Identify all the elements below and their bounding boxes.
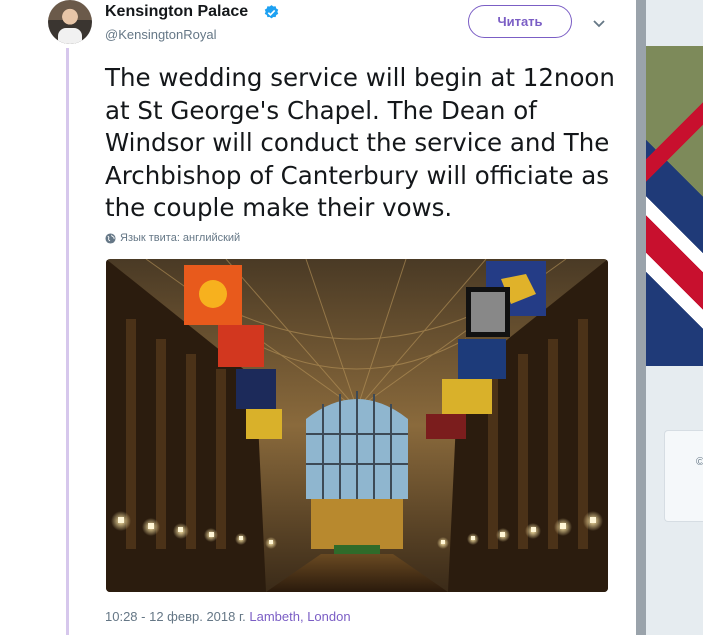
background-flags-photo — [646, 46, 703, 366]
avatar-figure — [58, 28, 82, 44]
language-note-text: Язык твита: английский — [120, 232, 241, 244]
author-handle[interactable]: @KensingtonRoyal — [105, 27, 216, 42]
background-card-glyph: © — [696, 456, 703, 468]
tweet-timestamp[interactable]: 10:28 - 12 февр. 2018 г. — [105, 609, 246, 624]
follow-button[interactable]: Читать — [468, 5, 572, 38]
tweet-text: The wedding service will begin at 12noon… — [105, 63, 615, 222]
language-note: Язык твита: английский — [105, 232, 240, 244]
thread-line — [66, 48, 69, 635]
tweet-meta: 10:28 - 12 февр. 2018 г. Lambeth, London — [105, 609, 351, 624]
tweet-location-link[interactable]: Lambeth, London — [249, 609, 350, 624]
globe-icon — [105, 232, 116, 244]
avatar[interactable] — [48, 0, 92, 44]
chevron-down-icon[interactable] — [590, 14, 608, 32]
author-name[interactable]: Kensington Palace — [105, 3, 248, 21]
tweet-photo[interactable] — [106, 259, 608, 592]
background-card — [664, 430, 703, 522]
verified-badge-icon — [264, 5, 279, 19]
chapel-interior-image — [106, 259, 608, 592]
tweet-panel: Kensington Palace @KensingtonRoyal Читат… — [0, 0, 636, 635]
